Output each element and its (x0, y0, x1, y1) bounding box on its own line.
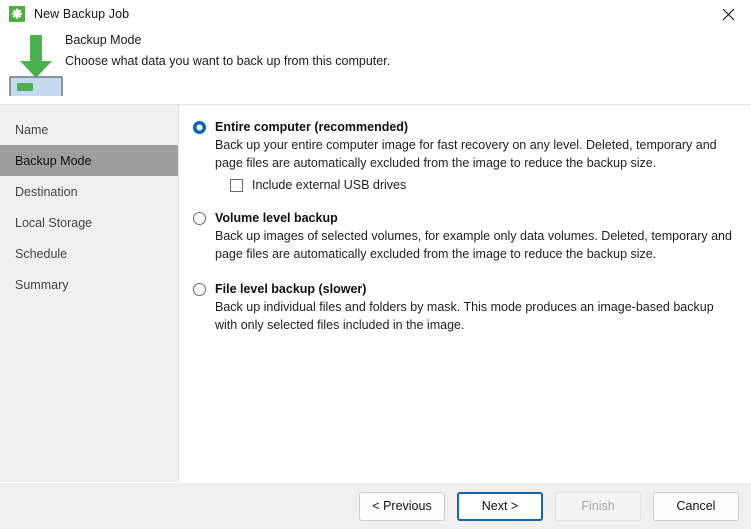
download-to-drive-icon (8, 30, 64, 98)
radio-entire-computer[interactable] (193, 121, 206, 134)
gear-icon (9, 6, 25, 22)
sidebar-item-name[interactable]: Name (0, 114, 178, 145)
backup-mode-options: Entire computer (recommended) Back up yo… (179, 105, 751, 482)
sidebar-item-backup-mode[interactable]: Backup Mode (0, 145, 178, 176)
option-description: Back up individual files and folders by … (215, 300, 714, 332)
option-file-level-backup: File level backup (slower) Back up indiv… (191, 281, 739, 334)
sidebar-item-summary[interactable]: Summary (0, 269, 178, 300)
option-description: Back up images of selected volumes, for … (215, 229, 732, 261)
dialog-header: Backup Mode Choose what data you want to… (0, 28, 751, 105)
close-icon[interactable] (706, 0, 751, 28)
new-backup-job-dialog: New Backup Job Backup Mode Choose what d… (0, 0, 751, 529)
finish-button: Finish (555, 491, 641, 521)
sidebar-item-destination[interactable]: Destination (0, 176, 178, 207)
header-text-group: Backup Mode Choose what data you want to… (65, 33, 390, 68)
option-entire-computer: Entire computer (recommended) Back up yo… (191, 119, 739, 192)
header-subtitle: Choose what data you want to back up fro… (65, 54, 391, 68)
radio-volume-level-backup[interactable] (193, 212, 206, 225)
cancel-button[interactable]: Cancel (653, 491, 739, 521)
option-label[interactable]: Volume level backup (215, 210, 739, 226)
wizard-steps-sidebar: Name Backup Mode Destination Local Stora… (0, 105, 179, 482)
dialog-body: Name Backup Mode Destination Local Stora… (0, 105, 751, 482)
window-title: New Backup Job (34, 7, 130, 21)
sidebar-item-label: Schedule (15, 246, 68, 261)
sidebar-item-label: Destination (15, 184, 78, 199)
header-title: Backup Mode (65, 33, 142, 47)
dialog-footer: < Previous Next > Finish Cancel (0, 482, 751, 529)
checkbox-include-external-usb-drives[interactable] (230, 178, 243, 192)
radio-file-level-backup[interactable] (193, 283, 206, 296)
option-volume-level-backup: Volume level backup Back up images of se… (191, 210, 739, 263)
sidebar-item-label: Backup Mode (15, 153, 92, 168)
sidebar-item-label: Local Storage (15, 215, 93, 230)
previous-button[interactable]: < Previous (359, 491, 445, 521)
sidebar-item-local-storage[interactable]: Local Storage (0, 207, 178, 238)
title-bar: New Backup Job (0, 0, 751, 28)
sidebar-item-schedule[interactable]: Schedule (0, 238, 178, 269)
option-label[interactable]: Entire computer (recommended) (215, 119, 739, 135)
option-label[interactable]: File level backup (slower) (215, 281, 739, 297)
next-button[interactable]: Next > (457, 491, 543, 521)
include-usb-row: Include external USB drives (215, 178, 739, 192)
option-description: Back up your entire computer image for f… (215, 138, 717, 170)
sidebar-item-label: Name (15, 122, 49, 137)
sidebar-item-label: Summary (15, 277, 69, 292)
checkbox-label[interactable]: Include external USB drives (252, 178, 406, 192)
